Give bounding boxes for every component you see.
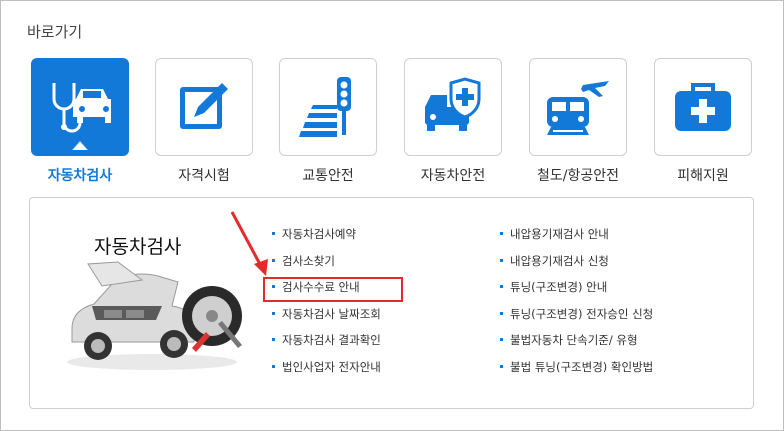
link-tuning-e-approval[interactable]: 튜닝(구조변경) 전자승인 신청 <box>498 306 653 333</box>
link-inspection-date-lookup[interactable]: 자동차검사 날짜조회 <box>270 306 381 333</box>
left-link-list: 자동차검사예약 검사소찾기 검사수수료 안내 자동차검사 날짜조회 자동차검사 … <box>270 226 381 385</box>
tile-vehicle-safety[interactable] <box>404 58 502 156</box>
first-aid-kit-icon <box>675 83 731 131</box>
tile-label-damage-support[interactable]: 피해지원 <box>654 165 752 185</box>
tile-label-traffic-safety[interactable]: 교통안전 <box>279 165 377 185</box>
tile-label-car-inspection[interactable]: 자동차검사 <box>31 165 129 185</box>
tile-damage-support[interactable] <box>654 58 752 156</box>
tile-label-rail-aviation-safety[interactable]: 철도/항공안전 <box>529 165 627 185</box>
red-arrow-annotation <box>230 211 268 276</box>
link-illegal-vehicle-criteria[interactable]: 불법자동차 단속기준/ 유형 <box>498 332 653 359</box>
active-tab-pointer <box>72 141 88 150</box>
link-tuning-guide[interactable]: 튜닝(구조변경) 안내 <box>498 279 653 306</box>
traffic-light-road-icon <box>299 77 351 137</box>
link-pressure-vessel-guide[interactable]: 내압용기재검사 안내 <box>498 226 653 253</box>
link-pressure-vessel-apply[interactable]: 내압용기재검사 신청 <box>498 253 653 280</box>
link-inspection-result-check[interactable]: 자동차검사 결과확인 <box>270 332 381 359</box>
panel-title: 자동차검사 <box>94 236 182 258</box>
highlight-box <box>263 277 403 302</box>
link-corporate-e-notice[interactable]: 법인사업자 전자안내 <box>270 359 381 386</box>
car-stethoscope-icon <box>52 83 111 133</box>
section-title: 바로가기 <box>27 23 83 41</box>
train-plane-icon <box>547 81 609 135</box>
car-inspection-illustration <box>67 261 242 370</box>
link-illegal-tuning-check[interactable]: 불법 튜닝(구조변경) 확인방법 <box>498 359 653 386</box>
tile-rail-aviation-safety[interactable] <box>529 58 627 156</box>
tile-traffic-safety[interactable] <box>279 58 377 156</box>
link-inspection-reservation[interactable]: 자동차검사예약 <box>270 226 381 253</box>
right-link-list: 내압용기재검사 안내 내압용기재검사 신청 튜닝(구조변경) 안내 튜닝(구조변… <box>498 226 653 385</box>
tile-label-license-exam[interactable]: 자격시험 <box>155 165 253 185</box>
car-shield-icon <box>425 77 481 131</box>
quick-links-frame: 바로가기 자동차검사 자격시험 교통안전 자동차안전 철도/항공안전 피해지원 … <box>0 0 784 431</box>
tile-license-exam[interactable] <box>155 58 253 156</box>
edit-pencil-icon <box>180 83 228 129</box>
tile-label-vehicle-safety[interactable]: 자동차안전 <box>404 165 502 185</box>
link-find-inspection-center[interactable]: 검사소찾기 <box>270 253 381 280</box>
submenu-panel: 자동차검사 자동차검사예약 검사소찾기 검사수수료 안내 자동차검사 날짜조회 … <box>29 197 754 409</box>
